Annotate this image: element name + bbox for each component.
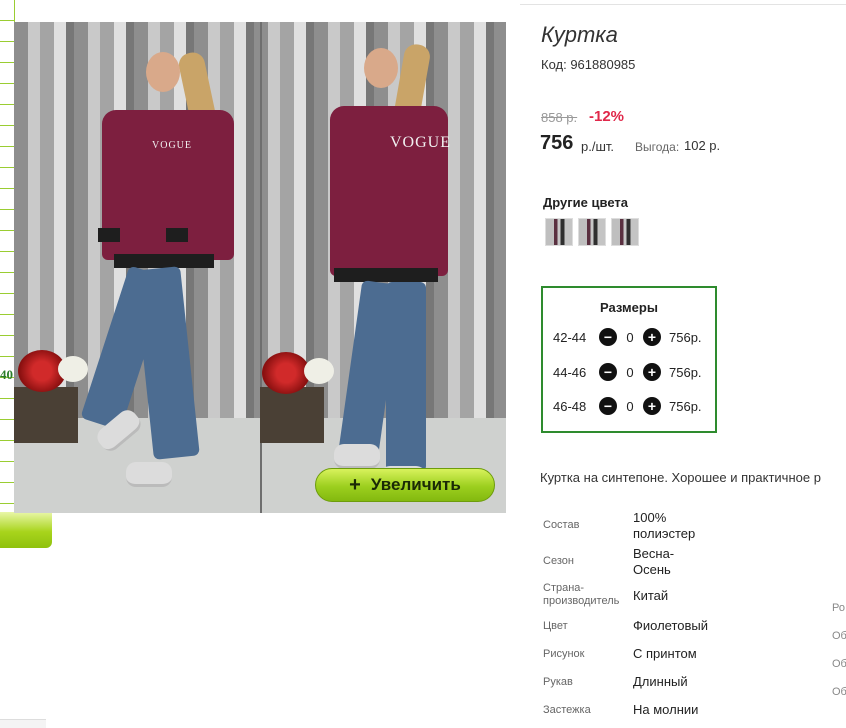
spec-label: Сезон bbox=[543, 555, 574, 567]
clipped-label: Об bbox=[832, 630, 846, 642]
spec-value: Весна-Осень bbox=[633, 546, 675, 577]
clipped-label: Ро bbox=[832, 602, 845, 614]
minus-circle-icon[interactable]: − bbox=[599, 328, 617, 346]
spec-value: Китай bbox=[633, 588, 669, 603]
old-price: 858 р. bbox=[541, 110, 578, 125]
size-quantity[interactable]: 0 bbox=[617, 330, 643, 345]
spec-value: 100% полиэстер bbox=[633, 510, 696, 541]
product-description: Куртка на синтепоне. Хорошее и практично… bbox=[540, 470, 821, 485]
zoom-button[interactable]: + Увеличить bbox=[315, 468, 495, 502]
size-quantity[interactable]: 0 bbox=[617, 365, 643, 380]
size-price: 756р. bbox=[669, 398, 702, 414]
plus-circle-icon[interactable]: + bbox=[643, 363, 661, 381]
spec-value: Фиолетовый bbox=[633, 618, 709, 633]
size-row: 42-44 − 0 + 756р. bbox=[553, 327, 702, 347]
spec-value: С принтом bbox=[633, 646, 697, 661]
price-unit: р./шт. bbox=[581, 139, 615, 154]
flower bbox=[262, 352, 310, 394]
saving-label: Выгода: bbox=[635, 140, 680, 154]
plus-circle-icon[interactable]: + bbox=[643, 397, 661, 415]
spec-label: Рукав bbox=[543, 676, 573, 688]
planter bbox=[260, 387, 324, 443]
size-quantity[interactable]: 0 bbox=[617, 399, 643, 414]
color-thumbnail[interactable] bbox=[545, 218, 573, 246]
color-thumbnails bbox=[545, 218, 639, 246]
spec-value: Длинный bbox=[633, 674, 688, 689]
flower bbox=[58, 356, 88, 382]
spec-label: Состав bbox=[543, 519, 580, 531]
minus-circle-icon[interactable]: − bbox=[599, 363, 617, 381]
header-divider bbox=[520, 0, 846, 5]
spec-label: Застежка bbox=[543, 704, 591, 716]
jacket-print: VOGUE bbox=[152, 140, 192, 151]
other-colors-title: Другие цвета bbox=[543, 195, 628, 210]
current-price: 756 bbox=[540, 132, 574, 154]
sidebar-tab[interactable] bbox=[0, 512, 52, 548]
jacket-print: VOGUE bbox=[390, 134, 451, 151]
product-photo[interactable]: VOGUE VOGUE + Увеличить bbox=[14, 22, 506, 513]
planter bbox=[14, 387, 78, 443]
clipped-label: Об bbox=[832, 658, 846, 670]
color-thumbnail[interactable] bbox=[578, 218, 606, 246]
product-title: Куртка bbox=[541, 22, 618, 47]
sidebar-badge: 40 bbox=[0, 367, 13, 382]
flower bbox=[304, 358, 334, 384]
size-label: 46-48 bbox=[553, 398, 587, 414]
size-price: 756р. bbox=[669, 364, 702, 380]
size-label: 44-46 bbox=[553, 364, 587, 380]
plus-icon: + bbox=[349, 474, 361, 496]
spec-label: Страна-производитель bbox=[543, 582, 620, 607]
sidebar-strip bbox=[0, 0, 15, 512]
product-code: Код: 961880985 bbox=[541, 57, 636, 72]
sizes-title: Размеры bbox=[600, 300, 658, 315]
sizes-box: Размеры 42-44 − 0 + 756р. 44-46 − 0 + 75… bbox=[541, 286, 717, 433]
spec-label: Цвет bbox=[543, 620, 568, 632]
zoom-button-label: Увеличить bbox=[370, 475, 461, 494]
spec-value: На молнии bbox=[633, 702, 699, 717]
color-thumbnail[interactable] bbox=[611, 218, 639, 246]
discount-badge: -12% bbox=[589, 108, 625, 125]
minus-circle-icon[interactable]: − bbox=[599, 397, 617, 415]
size-row: 46-48 − 0 + 756р. bbox=[553, 396, 702, 416]
size-row: 44-46 − 0 + 756р. bbox=[553, 362, 702, 382]
size-label: 42-44 bbox=[553, 329, 587, 345]
plus-circle-icon[interactable]: + bbox=[643, 328, 661, 346]
size-price: 756р. bbox=[669, 329, 702, 345]
clipped-label: Об bbox=[832, 686, 846, 698]
saving-value: 102 р. bbox=[684, 138, 721, 153]
spec-label: Рисунок bbox=[543, 648, 585, 660]
